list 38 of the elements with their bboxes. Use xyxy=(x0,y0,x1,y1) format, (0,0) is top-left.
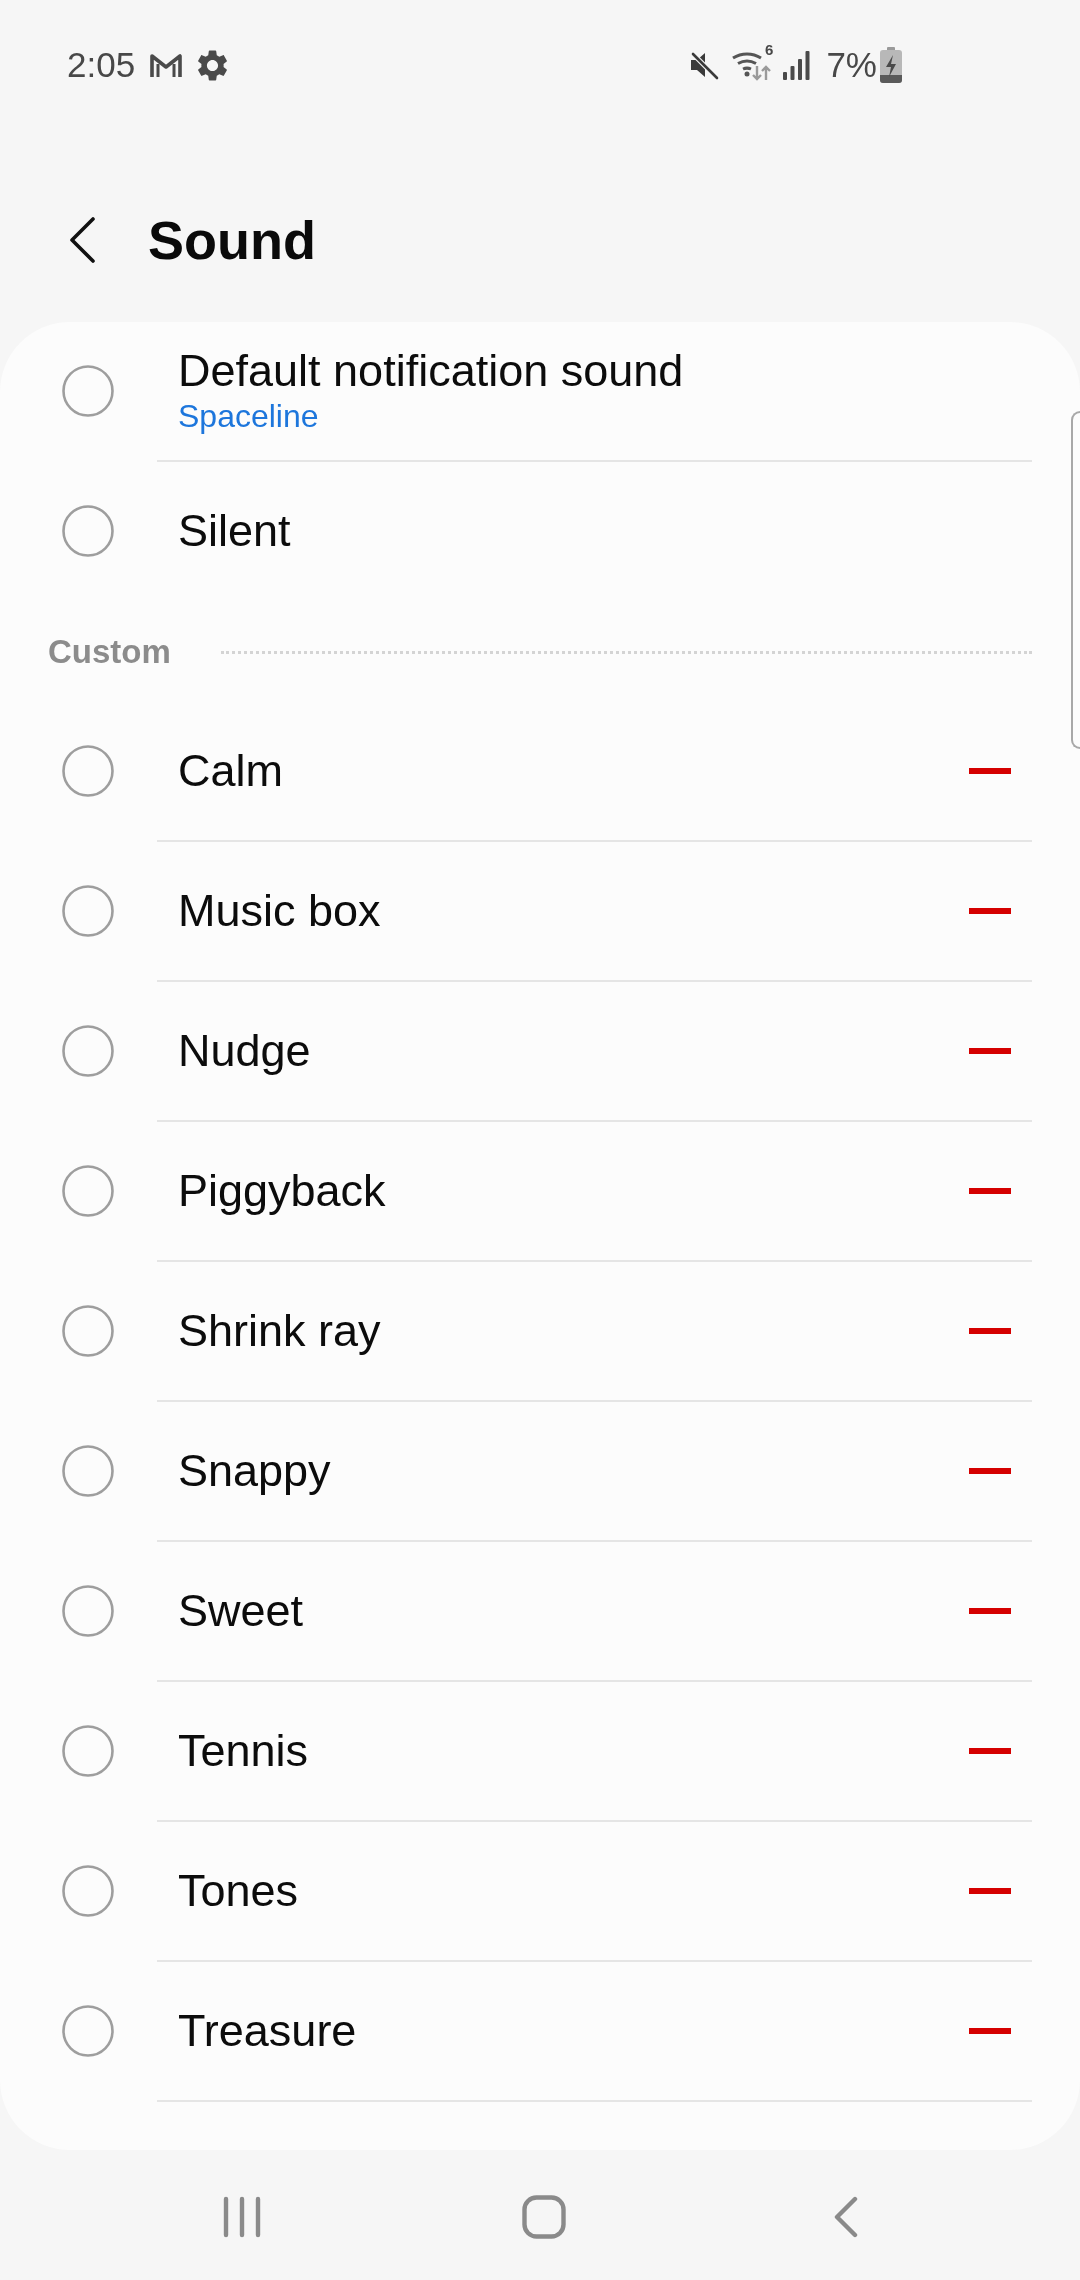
tone-title[interactable]: Treasure xyxy=(178,2005,357,2057)
page-title: Sound xyxy=(148,209,316,271)
wifi-standard-label: 6 xyxy=(765,42,774,57)
tone-title[interactable]: Nudge xyxy=(178,1025,311,1077)
mail-icon xyxy=(149,51,184,79)
tone-title[interactable]: Silent xyxy=(178,505,291,557)
tone-title[interactable]: Shrink ray xyxy=(178,1305,381,1357)
tone-title[interactable]: Calm xyxy=(178,745,283,797)
clock-time: 2:05 xyxy=(67,45,136,85)
tone-title[interactable]: Tennis xyxy=(178,1725,309,1777)
tone-title[interactable]: Tones xyxy=(178,1865,299,1917)
section-header: Custom xyxy=(48,633,171,671)
settings-icon xyxy=(197,49,229,81)
radio-button[interactable] xyxy=(62,2005,114,2057)
home-icon[interactable] xyxy=(522,2195,566,2239)
radio-button[interactable] xyxy=(62,885,114,937)
tone-title[interactable]: Snappy xyxy=(178,1445,331,1497)
radio-button[interactable] xyxy=(62,1305,114,1357)
tone-title[interactable]: Sweet xyxy=(178,1585,304,1637)
tone-title[interactable]: Piggyback xyxy=(178,1165,386,1217)
recents-icon[interactable] xyxy=(223,2196,261,2238)
radio-button[interactable] xyxy=(62,365,114,417)
back-icon[interactable] xyxy=(68,216,96,264)
battery-charging-icon xyxy=(880,47,902,83)
radio-button[interactable] xyxy=(62,1585,114,1637)
radio-button[interactable] xyxy=(62,1165,114,1217)
battery-percent: 7% xyxy=(826,45,877,85)
radio-button[interactable] xyxy=(62,505,114,557)
radio-button[interactable] xyxy=(62,1025,114,1077)
radio-button[interactable] xyxy=(62,1865,114,1917)
tone-subtitle: Spaceline xyxy=(178,397,319,437)
tone-title[interactable]: Default notification sound xyxy=(178,345,684,397)
signal-icon xyxy=(783,50,811,80)
radio-button[interactable] xyxy=(62,1445,114,1497)
radio-button[interactable] xyxy=(62,745,114,797)
tone-title[interactable]: Music box xyxy=(178,885,381,937)
mute-icon xyxy=(689,50,720,80)
radio-button[interactable] xyxy=(62,1725,114,1777)
